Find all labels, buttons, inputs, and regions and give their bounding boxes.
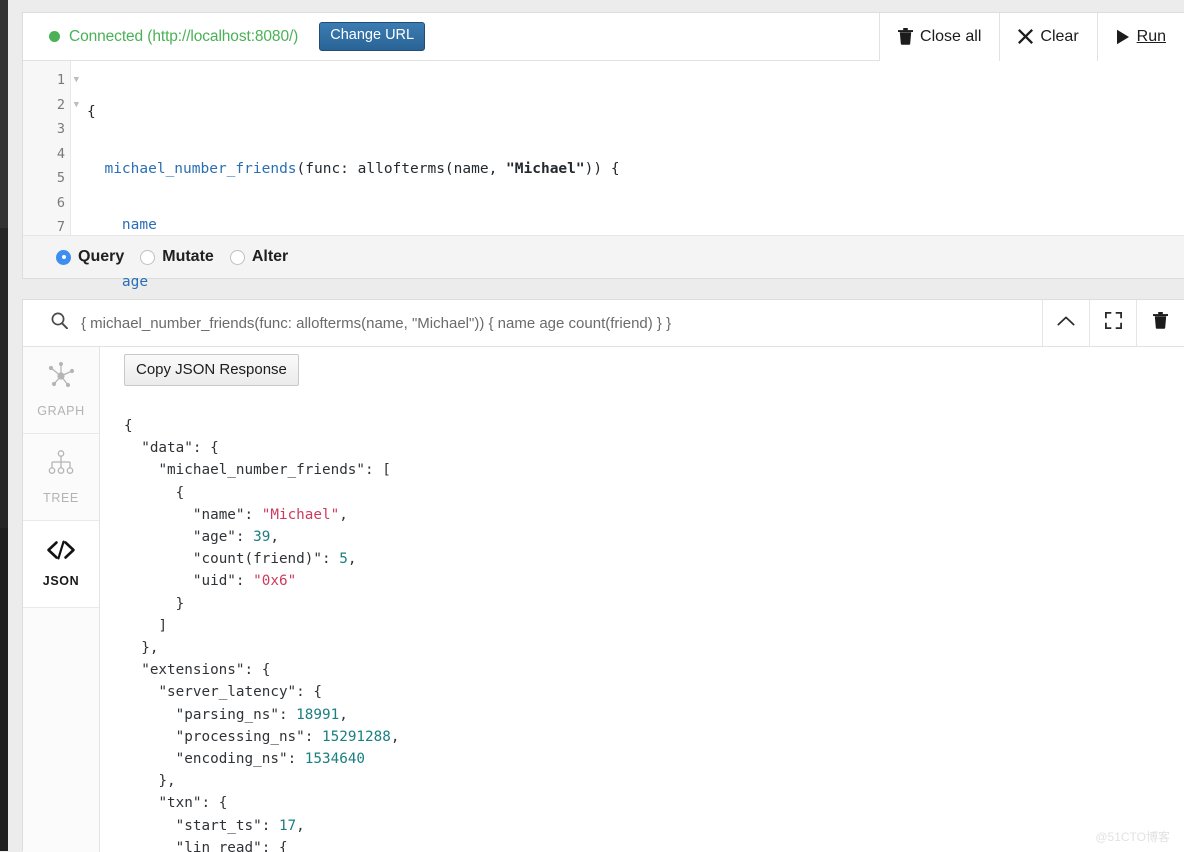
code-editor[interactable]: 1 ▼ 2 ▼ 3 4 5 6 7 { michael_number_friends… <box>23 61 1184 459</box>
editor-toolbar: Connected (http://localhost:8080/) Chang… <box>23 12 1184 61</box>
delete-result-button[interactable] <box>1137 300 1184 346</box>
code-token: { <box>87 104 96 120</box>
tab-json-label: JSON <box>42 574 80 588</box>
expand-icon <box>1104 312 1122 334</box>
change-url-button[interactable]: Change URL <box>319 22 426 51</box>
graph-icon <box>46 362 76 395</box>
radio-query-circle[interactable] <box>56 249 71 265</box>
radio-query-label: Query <box>78 248 125 265</box>
editor-gutter: 1 ▼ 2 ▼ 3 4 5 6 7 <box>23 61 79 236</box>
radio-mutate-label: Mutate <box>162 248 214 265</box>
tab-graph-label: GRAPH <box>37 404 85 418</box>
code-token: (func: allofterms(name, <box>296 160 507 177</box>
code-line: { <box>87 100 1184 125</box>
tree-icon <box>46 449 76 482</box>
fold-arrow-icon[interactable]: ▼ <box>74 93 79 118</box>
radio-mutate[interactable]: Mutate <box>140 248 214 266</box>
query-summary-text: { michael_number_friends(func: allofterm… <box>81 314 672 332</box>
chevron-up-icon <box>1057 314 1075 332</box>
tab-tree-label: TREE <box>43 491 79 505</box>
radio-alter[interactable]: Alter <box>229 248 289 266</box>
radio-query[interactable]: Query <box>56 248 124 266</box>
close-all-label: Close all <box>920 27 982 45</box>
line-number: 1 ▼ <box>23 68 79 93</box>
result-view-tabs: GRAPH TREE JSON <box>23 347 100 852</box>
query-summary[interactable]: { michael_number_friends(func: allofterm… <box>23 300 1043 346</box>
result-query-bar: { michael_number_friends(func: allofterm… <box>23 300 1184 347</box>
code-icon <box>45 540 77 565</box>
json-response-text: { "data": { "michael_number_friends": [ … <box>124 418 400 852</box>
radio-alter-circle[interactable] <box>229 249 245 265</box>
search-icon <box>51 312 68 334</box>
run-label: Run <box>1136 27 1166 45</box>
tab-graph[interactable]: GRAPH <box>23 347 99 434</box>
collapse-button[interactable] <box>1043 300 1090 346</box>
page-root: Connected (http://localhost:8080/) Chang… <box>8 0 1184 852</box>
fold-arrow-icon[interactable]: ▼ <box>74 68 79 93</box>
result-panel: { michael_number_friends(func: allofterm… <box>22 299 1184 852</box>
run-button[interactable]: Run <box>1096 12 1184 61</box>
play-icon <box>1116 29 1130 45</box>
tab-json[interactable]: JSON <box>23 521 99 608</box>
window-left-edge <box>0 0 8 851</box>
code-token-field: name <box>121 217 157 233</box>
trash-icon <box>898 28 914 45</box>
line-number: 2 ▼ <box>23 93 79 118</box>
code-token-string: "Michael" <box>506 160 585 177</box>
editor-code-area[interactable]: { michael_number_friends(func: allofterm… <box>71 61 1184 459</box>
operation-mode-selector: Query Mutate Alter <box>23 235 1184 278</box>
line-number: 4 <box>56 145 65 162</box>
close-all-button[interactable]: Close all <box>879 12 1000 61</box>
result-body: GRAPH TREE JSON Copy JSON Response {"da… <box>23 347 1184 852</box>
code-line: michael_number_friends(func: allofterms(… <box>87 157 1184 182</box>
watermark: @51CTO博客 <box>1095 830 1170 844</box>
radio-mutate-circle[interactable] <box>140 249 156 265</box>
query-editor-panel: Connected (http://localhost:8080/) Chang… <box>22 12 1184 459</box>
code-token-query-name: michael_number_friends <box>104 160 297 177</box>
close-icon <box>1018 29 1034 44</box>
connection-status: Connected (http://localhost:8080/) Chang… <box>23 22 879 51</box>
clear-button[interactable]: Clear <box>999 12 1097 61</box>
connection-status-dot <box>49 31 60 42</box>
json-output-pane: Copy JSON Response { "data": { "michael_… <box>100 347 1184 852</box>
fullscreen-button[interactable] <box>1090 300 1137 346</box>
code-token: )) { <box>584 160 620 177</box>
line-number: 3 <box>56 121 65 137</box>
tab-tree[interactable]: TREE <box>23 434 99 521</box>
line-number: 6 <box>56 194 65 211</box>
trash-icon <box>1153 312 1168 334</box>
code-line: name <box>87 213 1184 238</box>
clear-label: Clear <box>1040 27 1079 45</box>
line-number: 5 <box>56 170 65 186</box>
copy-json-response-button[interactable]: Copy JSON Response <box>124 354 299 386</box>
radio-alter-label: Alter <box>251 248 289 265</box>
connection-status-label: Connected (http://localhost:8080/) <box>69 27 299 45</box>
